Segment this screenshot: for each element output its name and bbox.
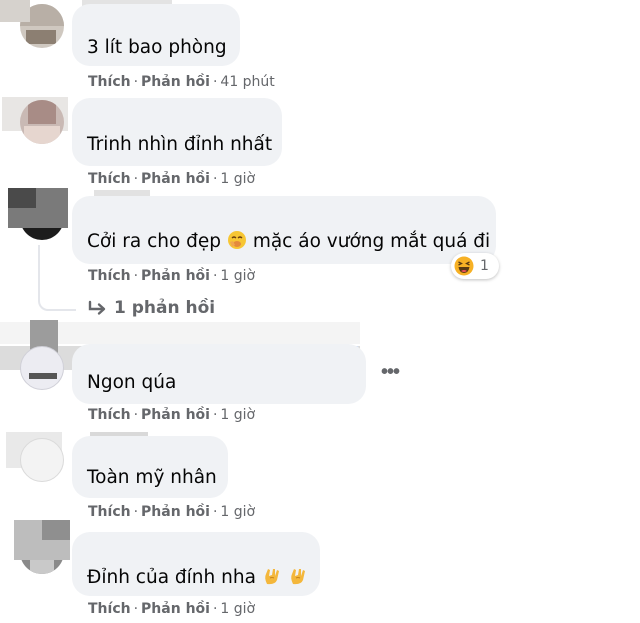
haha-reaction-icon	[454, 256, 474, 276]
reply-link[interactable]: Phản hồi	[141, 601, 210, 617]
comment-text: Ngon qúa	[87, 372, 177, 393]
timestamp[interactable]: 1 giờ	[220, 171, 255, 187]
comment-bubble: Đỉnh của đính nha	[72, 532, 320, 596]
comment-actions: Thích · Phản hồi · 1 giờ	[88, 601, 256, 617]
comment-text: Cởi ra cho đẹp mặc áo vướng mắt quá đi	[87, 231, 491, 252]
timestamp[interactable]: 1 giờ	[220, 268, 255, 284]
blurred-name	[42, 520, 70, 540]
timestamp[interactable]: 1 giờ	[220, 407, 255, 423]
comment-actions: Thích · Phản hồi · 41 phút	[88, 74, 275, 90]
view-replies-link[interactable]: 1 phản hồi	[88, 298, 215, 318]
like-link[interactable]: Thích	[88, 74, 131, 90]
comment-text: Trinh nhìn đỉnh nhất	[87, 134, 273, 155]
comment-actions: Thích · Phản hồi · 1 giờ	[88, 504, 256, 520]
comment-actions: Thích · Phản hồi · 1 giờ	[88, 171, 256, 187]
like-link[interactable]: Thích	[88, 171, 131, 187]
timestamp[interactable]: 41 phút	[220, 74, 274, 90]
thread-line	[38, 245, 76, 311]
comment-bubble: 3 lít bao phòng	[72, 4, 240, 66]
comment-text: 3 lít bao phòng	[87, 37, 227, 58]
reply-link[interactable]: Phản hồi	[141, 74, 210, 90]
like-link[interactable]: Thích	[88, 601, 131, 617]
comment-text: Đỉnh của đính nha	[87, 566, 308, 589]
reaction-summary[interactable]: 1	[451, 253, 499, 279]
face-with-hand-over-mouth-icon	[227, 231, 246, 249]
reply-link[interactable]: Phản hồi	[141, 268, 210, 284]
commenter-avatar[interactable]	[20, 100, 64, 144]
blurred-name	[0, 0, 30, 22]
blurred-name	[8, 188, 36, 208]
reply-link[interactable]: Phản hồi	[141, 171, 210, 187]
like-link[interactable]: Thích	[88, 268, 131, 284]
like-link[interactable]: Thích	[88, 407, 131, 423]
reply-link[interactable]: Phản hồi	[141, 407, 210, 423]
timestamp[interactable]: 1 giờ	[220, 601, 255, 617]
reaction-count: 1	[480, 258, 489, 274]
commenter-avatar[interactable]	[20, 438, 64, 482]
comment-bubble: Toàn mỹ nhân	[72, 436, 228, 498]
love-you-gesture-icon	[265, 569, 279, 585]
commenter-avatar[interactable]	[20, 346, 64, 390]
reply-link[interactable]: Phản hồi	[141, 504, 210, 520]
comment-text: Toàn mỹ nhân	[87, 467, 217, 488]
comment-bubble: Ngon qúa	[72, 344, 366, 404]
more-options-icon[interactable]: •••	[381, 361, 400, 384]
comment-bubble: Trinh nhìn đỉnh nhất	[72, 98, 282, 166]
comment-actions: Thích · Phản hồi · 1 giờ	[88, 407, 256, 423]
comment-actions: Thích · Phản hồi · 1 giờ	[88, 268, 256, 284]
love-you-gesture-icon	[290, 569, 305, 585]
like-link[interactable]: Thích	[88, 504, 131, 520]
reply-arrow-icon	[88, 300, 106, 315]
comment-bubble: Cởi ra cho đẹp mặc áo vướng mắt quá đi	[72, 196, 496, 264]
timestamp[interactable]: 1 giờ	[220, 504, 255, 520]
